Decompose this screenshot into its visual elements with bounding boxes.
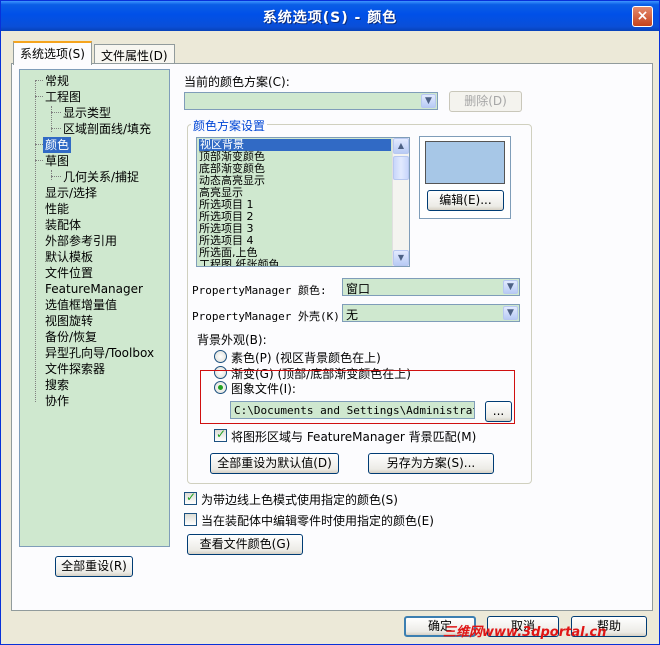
background-label: 背景外观(B):: [197, 333, 267, 347]
pm-skin-value: 无: [346, 308, 359, 322]
pm-skin-label: PropertyManager 外壳(K):: [192, 310, 347, 323]
edge-shading-label[interactable]: 为带边线上色模式使用指定的颜色(S): [201, 491, 398, 508]
color-item-list[interactable]: 视区背景 顶部渐变颜色 底部渐变颜色 动态高亮显示 高亮显示 所选项目 1 所选…: [196, 137, 410, 267]
chevron-down-icon[interactable]: ▼: [503, 280, 518, 294]
tree-item-sketch[interactable]: 草图: [45, 153, 69, 169]
dialog-window: 系统选项(S) - 颜色 × 文件属性(D) 系统选项(S) 常规 工程图 显示…: [0, 0, 660, 645]
tree-item-view-rotation[interactable]: 视图旋转: [45, 313, 93, 329]
tree-item-drawings[interactable]: 工程图: [45, 89, 81, 105]
tab-document-properties[interactable]: 文件属性(D): [94, 44, 175, 64]
list-scrollbar[interactable]: ▲ ▼: [392, 138, 409, 266]
tree-item-hole-wizard-toolbox[interactable]: 异型孔向导/Toolbox: [45, 345, 154, 361]
scroll-thumb[interactable]: [393, 156, 409, 180]
assembly-edit-label[interactable]: 当在装配体中编辑零件时使用指定的颜色(E): [201, 512, 434, 529]
match-featuremanager-label[interactable]: 将图形区域与 FeatureManager 背景匹配(M): [231, 428, 476, 445]
reset-defaults-button[interactable]: 全部重设为默认值(D): [210, 453, 339, 474]
reset-all-button[interactable]: 全部重设(R): [55, 556, 133, 577]
tree-item-display-type[interactable]: 显示类型: [63, 105, 111, 121]
title-bar[interactable]: 系统选项(S) - 颜色 ×: [1, 1, 659, 31]
pm-color-value: 窗口: [346, 282, 371, 296]
pm-color-label: PropertyManager 颜色:: [192, 284, 327, 297]
view-document-colors-button[interactable]: 查看文件颜色(G): [187, 534, 303, 555]
tree-item-search[interactable]: 搜索: [45, 377, 69, 393]
edge-shading-checkbox[interactable]: [184, 490, 197, 505]
tree-item-backup-recover[interactable]: 备份/恢复: [45, 329, 97, 345]
tab-system-options[interactable]: 系统选项(S): [13, 41, 92, 65]
tree-item-display-selection[interactable]: 显示/选择: [45, 185, 97, 201]
color-scheme-settings-title: 颜色方案设置: [191, 117, 268, 134]
delete-scheme-button[interactable]: 删除(D): [449, 91, 522, 112]
save-as-scheme-button[interactable]: 另存为方案(S)...: [368, 453, 494, 474]
pm-skin-dropdown[interactable]: 无 ▼: [342, 304, 520, 322]
assembly-edit-checkbox[interactable]: [184, 513, 197, 526]
tree-item-file-locations[interactable]: 文件位置: [45, 265, 93, 281]
radio-plain[interactable]: [214, 350, 227, 363]
color-swatch: [425, 141, 505, 184]
chevron-down-icon[interactable]: ▼: [503, 306, 518, 320]
radio-plain-label[interactable]: 素色(P) (视区背景颜色在上): [231, 349, 381, 366]
chevron-down-icon[interactable]: ▼: [421, 94, 436, 108]
tree-item-hatch-fill[interactable]: 区域剖面线/填充: [63, 121, 151, 137]
match-featuremanager-checkbox[interactable]: [214, 427, 227, 442]
watermark-text: 三维网www.3dportal.cn: [443, 625, 607, 640]
annotation-highlight-box: [200, 370, 515, 424]
tree-item-file-explorer[interactable]: 文件探索器: [45, 361, 105, 377]
pm-color-dropdown[interactable]: 窗口 ▼: [342, 278, 520, 296]
tree-item-assemblies[interactable]: 装配体: [45, 217, 81, 233]
options-tree[interactable]: 常规 工程图 显示类型 区域剖面线/填充 颜色 草图 几何关系/捕捉 显示/选择…: [19, 69, 170, 547]
tree-item-external-references[interactable]: 外部参考引用: [45, 233, 117, 249]
tree-item-collaboration[interactable]: 协作: [45, 393, 69, 409]
tree-item-spin-box-increments[interactable]: 选值框增量值: [45, 297, 117, 313]
tree-item-relations-snaps[interactable]: 几何关系/捕捉: [63, 169, 139, 185]
list-item[interactable]: 工程图,纸张颜色: [199, 259, 280, 267]
tree-item-featuremanager[interactable]: FeatureManager: [45, 281, 143, 297]
color-scheme-label: 当前的颜色方案(C):: [184, 75, 290, 89]
tree-item-performance[interactable]: 性能: [45, 201, 69, 217]
scroll-down-icon[interactable]: ▼: [393, 250, 409, 266]
window-title: 系统选项(S) - 颜色: [262, 10, 398, 26]
tree-item-default-templates[interactable]: 默认模板: [45, 249, 93, 265]
color-scheme-dropdown[interactable]: ▼: [184, 92, 438, 110]
edit-color-button[interactable]: 编辑(E)...: [427, 190, 504, 211]
close-button[interactable]: ×: [632, 6, 653, 27]
scroll-up-icon[interactable]: ▲: [393, 138, 409, 154]
tree-item-colors[interactable]: 颜色: [43, 137, 72, 153]
tree-item-general[interactable]: 常规: [45, 73, 69, 89]
